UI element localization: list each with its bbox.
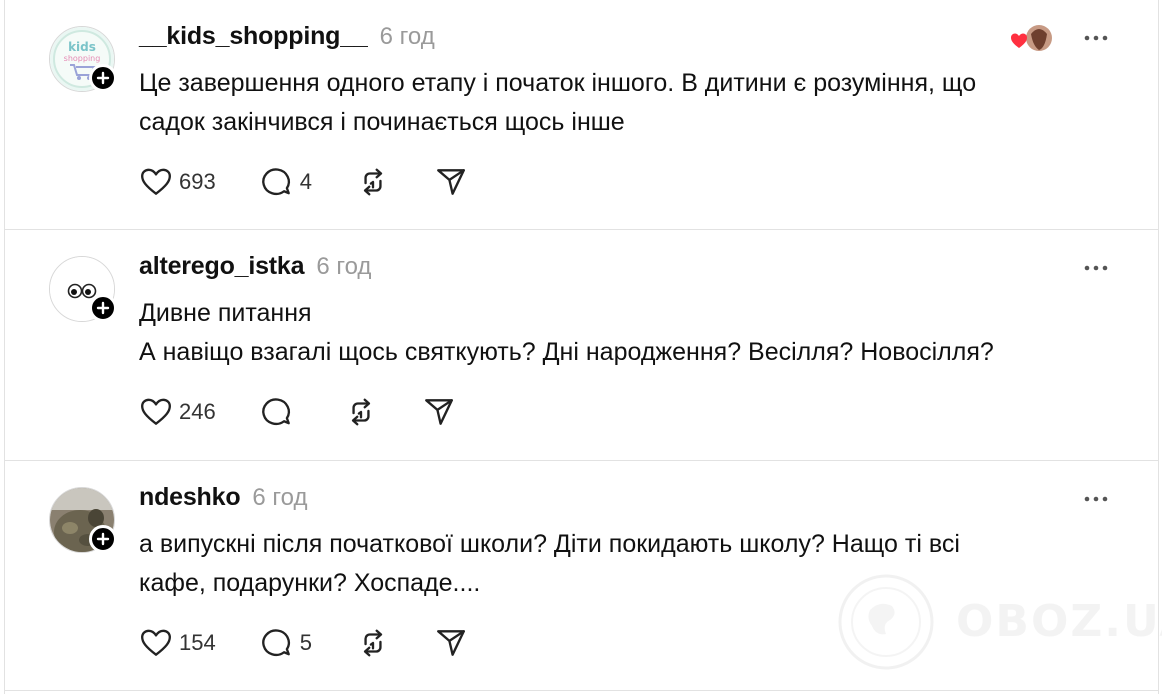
reply-button[interactable]: 4	[260, 165, 312, 199]
post-text-line: Це завершення одного етапу і початок інш…	[139, 69, 977, 97]
comment-icon	[260, 626, 294, 660]
post-text: Дивне питання А навіщо взагалі щось свят…	[139, 294, 1119, 372]
username[interactable]: __kids_shopping__	[139, 22, 368, 51]
share-button[interactable]	[434, 626, 468, 660]
post-actions: 246	[139, 394, 500, 430]
post-text-line: садок закінчився і починається щось інше	[139, 108, 625, 136]
username[interactable]: alterego_istka	[139, 252, 305, 281]
repost-button[interactable]	[356, 626, 390, 660]
post-actions: 693 4	[139, 164, 512, 200]
like-button[interactable]: 246	[139, 395, 216, 429]
share-icon	[434, 165, 468, 199]
watermark: OBOZ.UA	[836, 572, 1162, 672]
avatar-container[interactable]	[49, 256, 117, 322]
avatar-container[interactable]	[49, 487, 117, 553]
more-options-icon[interactable]	[1082, 489, 1110, 509]
like-count: 154	[179, 630, 216, 655]
comment-icon	[260, 165, 294, 199]
repost-icon	[344, 395, 378, 429]
post-text-line: А навіщо взагалі щось святкують? Дні нар…	[139, 338, 994, 366]
repost-button[interactable]	[356, 165, 390, 199]
more-options-icon[interactable]	[1082, 258, 1110, 278]
like-count: 246	[179, 399, 216, 424]
reply-button[interactable]	[260, 395, 300, 429]
post-text: Це завершення одного етапу і початок інш…	[139, 64, 1119, 142]
like-button[interactable]: 154	[139, 626, 216, 660]
liked-by-avatars[interactable]	[1009, 24, 1055, 54]
username[interactable]: ndeshko	[139, 483, 241, 512]
reply-button[interactable]: 5	[260, 626, 312, 660]
repost-icon	[356, 165, 390, 199]
heart-icon	[139, 626, 173, 660]
share-button[interactable]	[422, 395, 456, 429]
reply-count: 5	[299, 630, 312, 655]
follow-plus-button[interactable]	[89, 294, 117, 322]
share-icon	[434, 626, 468, 660]
share-icon	[422, 395, 456, 429]
post-text-line: а випускні після початкової школи? Діти …	[139, 530, 960, 558]
svg-text:kids: kids	[68, 40, 96, 54]
reply-count: 4	[299, 169, 312, 194]
heart-icon	[139, 165, 173, 199]
post-header: alterego_istka 6 год	[139, 252, 371, 281]
avatar-container[interactable]: kids shopping	[49, 26, 117, 92]
post-time: 6 год	[252, 484, 308, 511]
post-text-line: Дивне питання	[139, 299, 312, 327]
comment-icon	[260, 395, 294, 429]
post-time: 6 год	[316, 253, 372, 280]
plus-icon	[96, 301, 110, 315]
watermark-text: OBOZ.UA	[956, 596, 1162, 647]
repost-button[interactable]	[344, 395, 378, 429]
post-time: 6 год	[379, 23, 435, 50]
post-header: __kids_shopping__ 6 год	[139, 22, 435, 51]
post-header: ndeshko 6 год	[139, 483, 307, 512]
heart-icon	[139, 395, 173, 429]
repost-icon	[356, 626, 390, 660]
like-count: 693	[179, 169, 216, 194]
plus-icon	[96, 532, 110, 546]
svg-text:shopping: shopping	[64, 54, 101, 63]
more-options-icon[interactable]	[1082, 28, 1110, 48]
follow-plus-button[interactable]	[89, 525, 117, 553]
like-button[interactable]: 693	[139, 165, 216, 199]
post-card[interactable]: kids shopping __kids_shopping__ 6 год Це…	[5, 0, 1158, 230]
post-card[interactable]: alterego_istka 6 год Дивне питання А нав…	[5, 230, 1158, 461]
follow-plus-button[interactable]	[89, 64, 117, 92]
post-actions: 154 5	[139, 625, 512, 661]
plus-icon	[96, 71, 110, 85]
globe-icon	[838, 574, 934, 670]
share-button[interactable]	[434, 165, 468, 199]
